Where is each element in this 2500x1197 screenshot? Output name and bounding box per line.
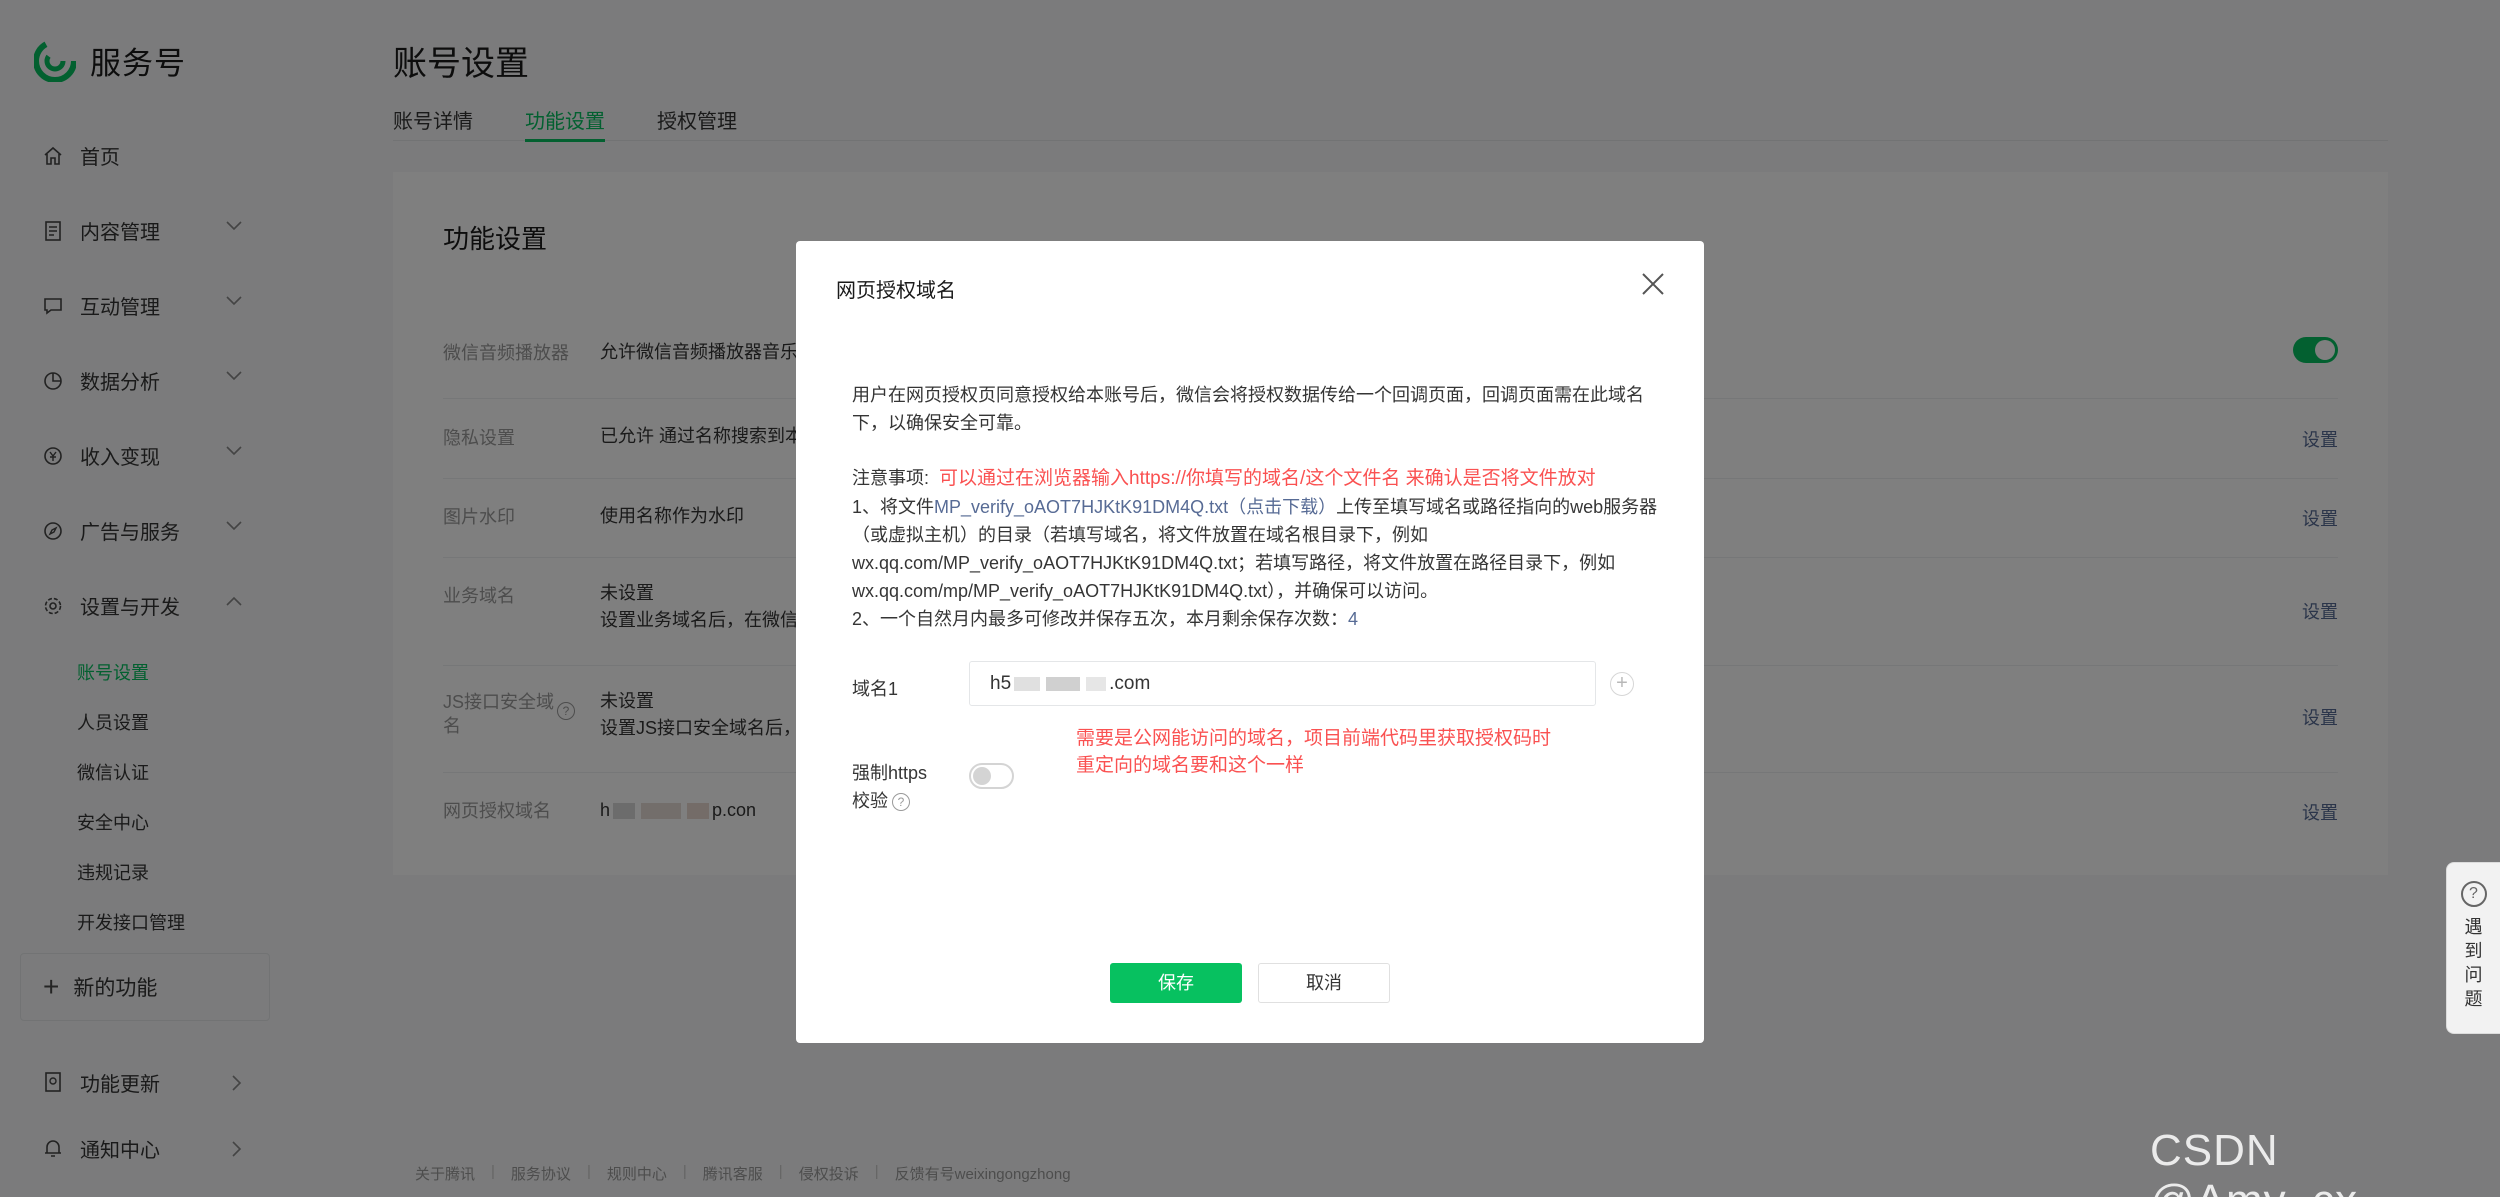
redacted-block <box>1086 676 1107 691</box>
note-1: 1、将文件MP_verify_oAOT7HJKtK91DM4Q.txt（点击下载… <box>852 493 1682 605</box>
notes-label: 注意事项: <box>852 468 930 488</box>
close-icon[interactable] <box>1640 271 1666 297</box>
note1-prefix: 1、将文件 <box>852 497 935 517</box>
https-label-line1: 强制https <box>852 763 928 783</box>
domain-label: 域名1 <box>852 679 899 699</box>
help-char: 遇 <box>2464 917 2483 937</box>
note-2: 2、一个自然月内最多可修改并保存五次，本月剩余保存次数：4 <box>852 605 1682 633</box>
domain-value-prefix: h5 <box>990 673 1012 694</box>
verify-file-download-link[interactable]: MP_verify_oAOT7HJKtK91DM4Q.txt（点击下载） <box>934 497 1336 517</box>
help-char: 问 <box>2464 965 2483 985</box>
dialog-description: 用户在网页授权页同意授权给本账号后，微信会将授权数据传给一个回调页面，回调页面需… <box>852 385 1644 433</box>
add-domain-button[interactable]: + <box>1610 672 1634 696</box>
dialog-title: 网页授权域名 <box>836 280 956 302</box>
help-icon[interactable]: ? <box>892 793 910 812</box>
cancel-button[interactable]: 取消 <box>1258 963 1390 1003</box>
annotation-line: 需要是公网能访问的域名，项目前端代码里获取授权码时 <box>1076 728 1552 749</box>
question-icon: ? <box>2460 881 2487 907</box>
annotation-bottom: 需要是公网能访问的域名，项目前端代码里获取授权码时 重定向的域名要和这个一样 <box>1076 725 1551 779</box>
remaining-count: 4 <box>1348 609 1359 629</box>
annotation-line: 重定向的域名要和这个一样 <box>1076 755 1305 776</box>
help-float-button[interactable]: ? 遇 到 问 题 <box>2446 862 2500 1034</box>
domain-value-suffix: .com <box>1109 673 1151 694</box>
notes-header: 注意事项: 可以通过在浏览器输入https://你填写的域名/这个文件名 来确认… <box>852 464 1682 493</box>
https-label-line2-wrap: 校验? <box>852 787 927 815</box>
dialog-notes: 注意事项: 可以通过在浏览器输入https://你填写的域名/这个文件名 来确认… <box>852 464 1682 633</box>
force-https-label: 强制https 校验? <box>852 759 927 815</box>
redacted-block <box>1046 676 1081 691</box>
save-button[interactable]: 保存 <box>1110 963 1242 1003</box>
oauth-domain-dialog: 网页授权域名 用户在网页授权页同意授权给本账号后，微信会将授权数据传给一个回调页… <box>796 241 1704 1043</box>
force-https-toggle[interactable] <box>969 763 1014 789</box>
redacted-block <box>1014 676 1041 691</box>
annotation-top: 可以通过在浏览器输入https://你填写的域名/这个文件名 来确认是否将文件放… <box>939 468 1596 489</box>
help-char: 到 <box>2464 941 2483 961</box>
domain-input[interactable]: h5 .com <box>969 661 1596 706</box>
https-label-line2: 校验 <box>852 791 888 811</box>
note2-text: 2、一个自然月内最多可修改并保存五次，本月剩余保存次数： <box>852 609 1349 629</box>
help-char: 题 <box>2464 989 2483 1009</box>
watermark: CSDN @Amy_cx <box>2150 1126 2357 1197</box>
